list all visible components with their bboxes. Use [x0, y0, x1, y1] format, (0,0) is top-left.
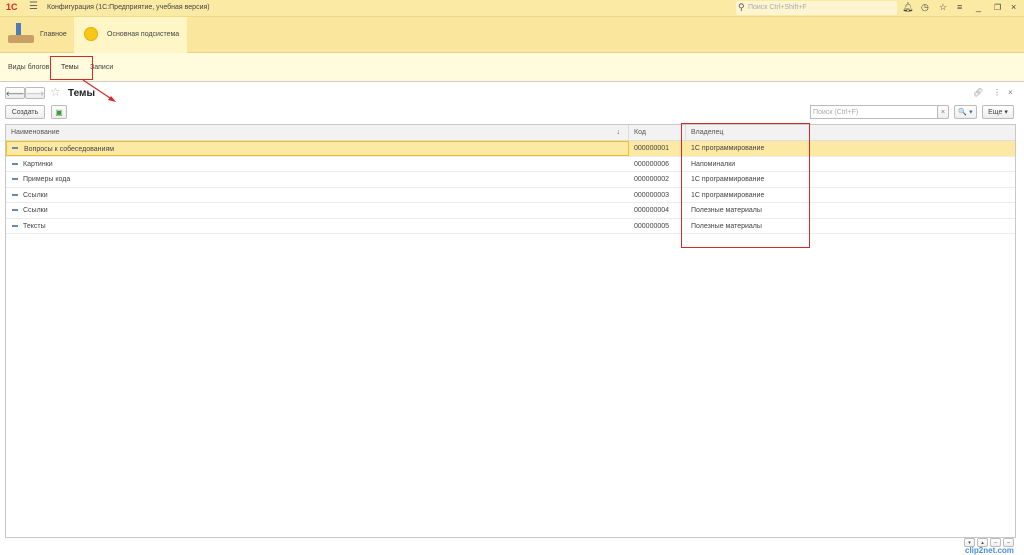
annotation-arrow — [82, 79, 116, 102]
watermark: clip2net.com — [965, 546, 1014, 555]
